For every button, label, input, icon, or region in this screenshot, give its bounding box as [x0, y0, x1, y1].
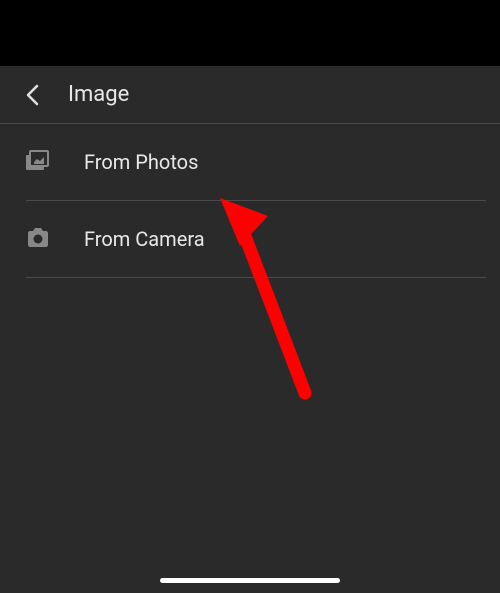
menu-item-from-photos[interactable]: From Photos: [12, 124, 486, 200]
back-button[interactable]: [20, 83, 44, 107]
camera-icon: [24, 225, 52, 253]
header: Image: [0, 66, 500, 124]
menu-item-label: From Camera: [84, 227, 205, 251]
menu-item-from-camera[interactable]: From Camera: [12, 201, 486, 277]
divider: [26, 277, 486, 278]
page-title: Image: [68, 82, 129, 107]
menu-item-label: From Photos: [84, 150, 198, 174]
chevron-left-icon: [25, 84, 39, 106]
home-indicator[interactable]: [160, 578, 340, 583]
menu-list: From Photos From Camera: [0, 124, 500, 278]
photos-icon: [24, 148, 52, 176]
status-bar: [0, 0, 500, 66]
